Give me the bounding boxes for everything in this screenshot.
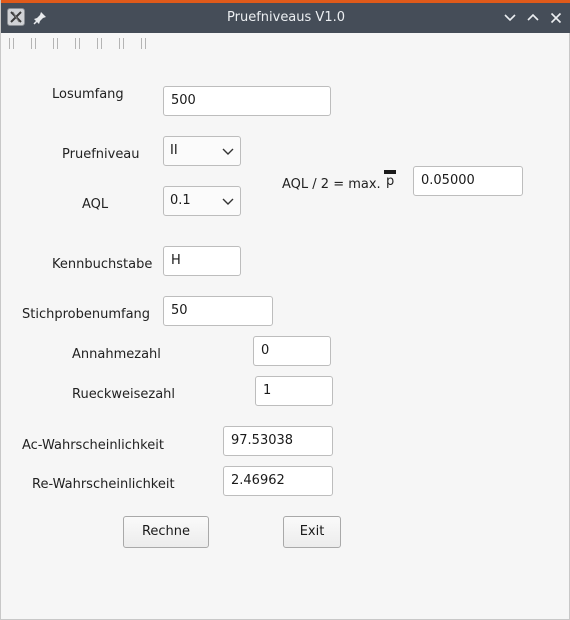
annahmezahl-input[interactable]: 0 [253, 336, 331, 366]
ac-wahrscheinlichkeit-input[interactable]: 97.53038 [223, 426, 333, 456]
app-window: Pruefniveaus V1.0 Losumfang 500 Pruefniv… [0, 0, 570, 620]
close-button[interactable] [546, 8, 566, 28]
losumfang-input[interactable]: 500 [163, 86, 331, 116]
title-bar[interactable]: Pruefniveaus V1.0 [1, 3, 570, 33]
minimize-button[interactable] [500, 8, 520, 28]
p-symbol: p [386, 174, 395, 189]
kennbuchstabe-input[interactable]: H [163, 246, 241, 276]
exit-button[interactable]: Exit [283, 516, 341, 548]
pruefniveau-value: II [170, 143, 178, 158]
stichprobenumfang-label: Stichprobenumfang [22, 307, 151, 322]
rechne-button[interactable]: Rechne [123, 516, 209, 548]
window-title: Pruefniveaus V1.0 [227, 10, 345, 25]
p-bar-symbol: p [384, 170, 396, 192]
toolbar-grip[interactable] [141, 38, 146, 49]
losumfang-label: Losumfang [52, 87, 124, 102]
chevron-down-icon [222, 148, 234, 155]
aql-half-input[interactable]: 0.05000 [413, 166, 523, 196]
maximize-button[interactable] [523, 8, 543, 28]
chevron-up-icon [527, 13, 539, 21]
ac-wahrscheinlichkeit-label: Ac-Wahrscheinlichkeit [22, 438, 164, 453]
toolbar-grip[interactable] [31, 38, 36, 49]
annahmezahl-label: Annahmezahl [72, 347, 161, 362]
aql-half-label: AQL / 2 = max. [282, 177, 381, 192]
toolbar-grip[interactable] [119, 38, 124, 49]
toolbar-grip[interactable] [75, 38, 80, 49]
toolbar-grip[interactable] [9, 38, 14, 49]
re-wahrscheinlichkeit-input[interactable]: 2.46962 [223, 466, 333, 496]
pruefniveau-select[interactable]: II [163, 136, 241, 166]
rueckweisezahl-input[interactable]: 1 [255, 376, 333, 406]
aql-select[interactable]: 0.1 [163, 186, 241, 216]
toolbar-grip[interactable] [53, 38, 58, 49]
kennbuchstabe-label: Kennbuchstabe [52, 257, 153, 272]
aql-label: AQL [82, 197, 109, 212]
chevron-down-icon [222, 198, 234, 205]
stichprobenumfang-input[interactable]: 50 [163, 296, 273, 326]
chevron-down-icon [504, 14, 516, 22]
aql-value: 0.1 [170, 193, 191, 208]
close-icon [550, 12, 562, 24]
toolbar-grip[interactable] [97, 38, 102, 49]
rueckweisezahl-label: Rueckweisezahl [72, 387, 176, 402]
re-wahrscheinlichkeit-label: Re-Wahrscheinlichkeit [32, 477, 175, 492]
pruefniveau-label: Pruefniveau [62, 147, 140, 162]
